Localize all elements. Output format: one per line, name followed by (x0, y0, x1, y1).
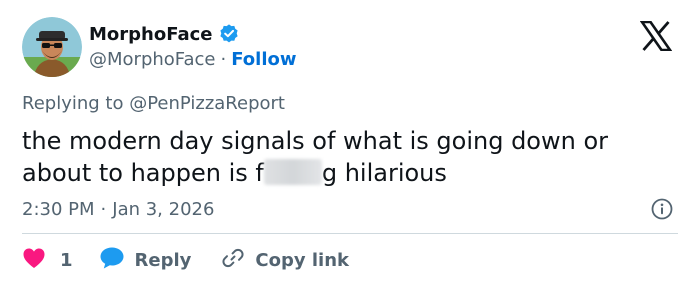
timestamp-separator: · (100, 198, 107, 220)
timestamp-time: 2:30 PM (22, 198, 95, 220)
tweet-text: the modern day signals of what is going … (22, 125, 682, 189)
tweet-card: MorphoFace @MorphoFace · Follow Replying… (0, 0, 700, 287)
copy-link-label: Copy link (255, 249, 349, 271)
follow-button[interactable]: Follow (231, 49, 296, 70)
like-count: 1 (60, 249, 73, 271)
author-handle[interactable]: @MorphoFace (89, 49, 216, 70)
reply-context: Replying to @PenPizzaReport (22, 93, 285, 114)
author-display-name[interactable]: MorphoFace (89, 24, 213, 45)
reply-context-mention[interactable]: @PenPizzaReport (129, 93, 285, 114)
reply-context-prefix: Replying to (22, 93, 124, 114)
like-button[interactable]: 1 (22, 247, 73, 274)
author-handle-row: @MorphoFace · Follow (89, 46, 297, 72)
info-icon[interactable] (651, 198, 673, 220)
author-name-row: MorphoFace (89, 20, 240, 48)
reply-button[interactable]: Reply (99, 246, 192, 275)
copy-link-button[interactable]: Copy link (221, 246, 349, 275)
handle-separator: · (220, 48, 227, 70)
verified-badge-icon (218, 23, 240, 45)
link-icon (221, 246, 245, 275)
timestamp[interactable]: 2:30 PM · Jan 3, 2026 (22, 196, 214, 222)
reply-label: Reply (134, 249, 192, 271)
avatar[interactable] (22, 17, 82, 77)
heart-icon (22, 247, 46, 274)
divider (22, 233, 678, 234)
speech-bubble-icon (99, 246, 125, 275)
x-logo-icon[interactable] (639, 20, 673, 52)
avatar-image (22, 17, 82, 77)
censored-word-blur (263, 159, 322, 185)
tweet-text-part2: g hilarious (321, 159, 447, 187)
timestamp-date: Jan 3, 2026 (112, 198, 215, 220)
action-bar: 1 Reply Copy link (22, 246, 349, 274)
